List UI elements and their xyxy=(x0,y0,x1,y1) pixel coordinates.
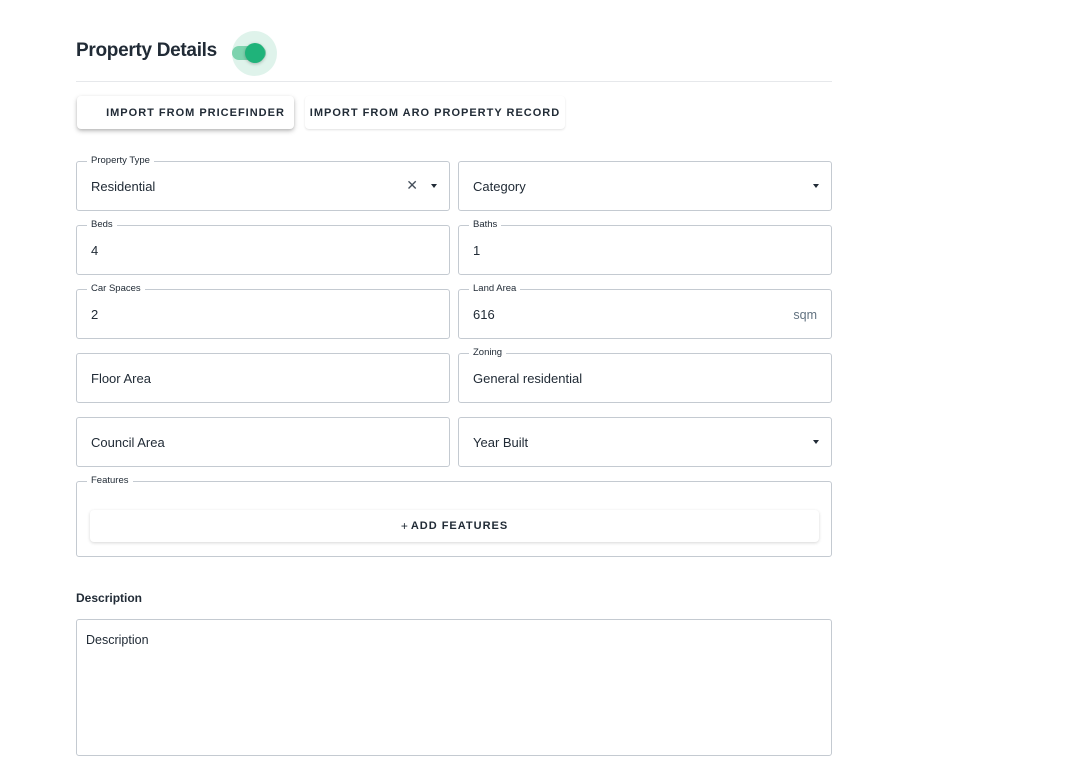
property-type-value: Residential xyxy=(91,179,156,194)
floor-area-placeholder: Floor Area xyxy=(91,371,151,386)
baths-field[interactable]: Baths 1 xyxy=(458,219,832,275)
divider xyxy=(76,81,832,82)
zoning-label: Zoning xyxy=(469,347,507,359)
baths-value: 1 xyxy=(473,243,481,258)
chevron-down-icon[interactable] xyxy=(431,184,437,188)
add-features-label: ADD FEATURES xyxy=(410,520,509,532)
year-built-placeholder: Year Built xyxy=(473,435,529,450)
land-area-field[interactable]: Land Area 616 sqm xyxy=(458,283,832,339)
category-select[interactable]: Category xyxy=(458,161,832,211)
features-group: Features + ADD FEATURES xyxy=(76,475,832,557)
category-placeholder: Category xyxy=(473,179,526,194)
import-aro-button[interactable]: IMPORT FROM ARO PROPERTY RECORD xyxy=(305,96,565,129)
description-placeholder: Description xyxy=(86,633,149,647)
land-area-unit: sqm xyxy=(793,308,817,322)
floor-area-field[interactable]: Floor Area xyxy=(76,353,450,403)
property-type-label: Property Type xyxy=(87,155,154,167)
features-label: Features xyxy=(87,475,133,487)
year-built-select[interactable]: Year Built xyxy=(458,417,832,467)
beds-value: 4 xyxy=(91,243,99,258)
zoning-value: General residential xyxy=(473,371,583,386)
plus-icon: + xyxy=(400,519,409,533)
clear-icon[interactable]: ✕ xyxy=(406,177,418,193)
beds-field[interactable]: Beds 4 xyxy=(76,219,450,275)
car-spaces-label: Car Spaces xyxy=(87,283,145,295)
property-details-page: Property Details IMPORT FROM PRICEFINDER… xyxy=(0,0,1069,778)
description-heading: Description xyxy=(76,591,143,605)
council-area-field[interactable]: Council Area xyxy=(76,417,450,467)
chevron-down-icon[interactable] xyxy=(813,184,819,188)
toggle-knob[interactable] xyxy=(245,43,265,63)
land-area-value: 616 xyxy=(473,307,495,322)
import-pricefinder-button[interactable]: IMPORT FROM PRICEFINDER xyxy=(77,96,294,129)
car-spaces-field[interactable]: Car Spaces 2 xyxy=(76,283,450,339)
council-area-placeholder: Council Area xyxy=(91,435,165,450)
zoning-field[interactable]: Zoning General residential xyxy=(458,347,832,403)
property-type-select[interactable]: Property Type Residential ✕ xyxy=(76,155,450,211)
baths-label: Baths xyxy=(469,219,502,231)
beds-label: Beds xyxy=(87,219,117,231)
car-spaces-value: 2 xyxy=(91,307,99,322)
section-title: Property Details xyxy=(76,40,217,61)
land-area-label: Land Area xyxy=(469,283,521,295)
add-features-button[interactable]: + ADD FEATURES xyxy=(90,510,819,542)
description-textarea[interactable]: Description xyxy=(76,619,832,756)
chevron-down-icon[interactable] xyxy=(813,440,819,444)
